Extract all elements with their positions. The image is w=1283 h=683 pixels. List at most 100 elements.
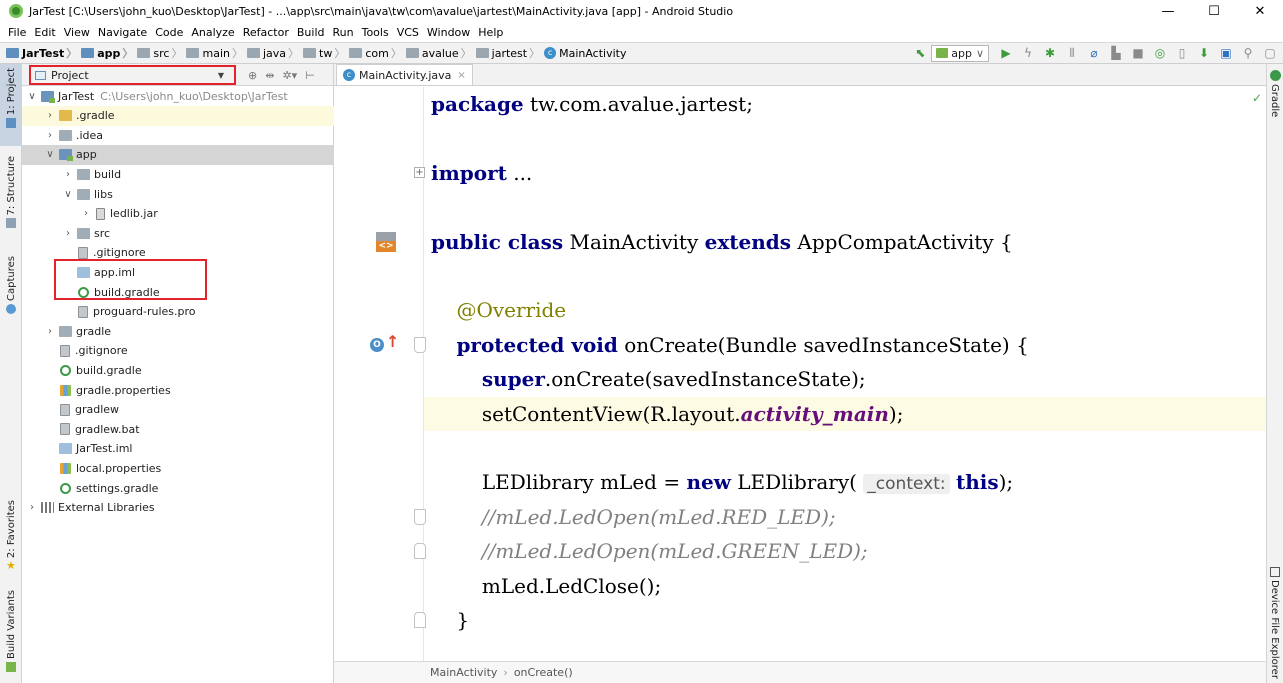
menu-file[interactable]: File bbox=[4, 26, 30, 39]
fold-end-icon[interactable] bbox=[414, 543, 426, 560]
override-arrow-icon[interactable]: ↑ bbox=[386, 332, 399, 351]
code-line[interactable]: 18 mLed.LedClose(); bbox=[334, 569, 1266, 603]
tree-item-build-gradle[interactable]: build.gradle bbox=[22, 360, 334, 380]
fold-start-icon[interactable] bbox=[414, 508, 426, 525]
tree-item-app[interactable]: ∨ app bbox=[22, 144, 334, 165]
code-line[interactable]: 16 //mLed.LedOpen(mLed.RED_LED); bbox=[334, 500, 1266, 534]
expand-arrow-right-icon[interactable]: › bbox=[44, 130, 56, 141]
tool-window-favorites-tab[interactable]: 2: Favorites ★ bbox=[0, 496, 22, 578]
close-button[interactable]: ✕ bbox=[1237, 0, 1283, 22]
tree-item-jartest-iml[interactable]: JarTest.iml bbox=[22, 439, 334, 459]
breadcrumb-item-com[interactable]: com 〉 bbox=[347, 45, 404, 61]
gear-icon[interactable]: ✲▾ bbox=[282, 69, 297, 82]
minimize-button[interactable]: — bbox=[1145, 0, 1191, 22]
breadcrumb-item-jartest[interactable]: JarTest 〉 bbox=[4, 45, 79, 61]
tree-item-local-properties[interactable]: local.properties bbox=[22, 458, 334, 478]
override-method-icon[interactable]: O bbox=[370, 337, 384, 352]
tree-item-libs[interactable]: ∨ libs bbox=[22, 184, 334, 204]
profile-icon[interactable]: ⫴ bbox=[1063, 44, 1081, 62]
code-line[interactable]: 14 bbox=[334, 431, 1266, 465]
menu-refactor[interactable]: Refactor bbox=[239, 26, 293, 39]
menu-run[interactable]: Run bbox=[329, 26, 358, 39]
debug-icon[interactable]: ✱ bbox=[1041, 44, 1059, 62]
project-structure-icon[interactable]: ▣ bbox=[1217, 44, 1235, 62]
tab-main-activity[interactable]: c MainActivity.java × bbox=[336, 64, 473, 85]
expand-arrow-down-icon[interactable]: ∨ bbox=[26, 91, 38, 102]
code-line[interactable]: 8public class MainActivity extends AppCo… bbox=[334, 225, 1266, 259]
layout-inspector-icon[interactable]: ▢ bbox=[1261, 44, 1279, 62]
expand-arrow-right-icon[interactable]: › bbox=[80, 208, 92, 219]
related-layout-icon[interactable]: <> bbox=[376, 231, 396, 252]
tree-item-gradle[interactable]: › gradle bbox=[22, 321, 334, 341]
tree-item-build[interactable]: › build bbox=[22, 164, 334, 184]
project-view-selector[interactable]: Project ▼ bbox=[29, 65, 236, 85]
tree-item-gitignore[interactable]: .gitignore bbox=[22, 243, 334, 263]
tree-item-jartest[interactable]: ∨ JarTest C:\Users\john_kuo\Desktop\JarTes… bbox=[22, 86, 334, 106]
menu-code[interactable]: Code bbox=[151, 26, 187, 39]
run-icon[interactable]: ▶ bbox=[997, 44, 1015, 62]
breadcrumb-item-app[interactable]: app 〉 bbox=[79, 45, 135, 61]
tool-window-gradle-tab[interactable]: Gradle bbox=[1269, 84, 1280, 117]
status-crumb-method[interactable]: onCreate() bbox=[514, 666, 573, 679]
code-line[interactable]: 9 bbox=[334, 259, 1266, 293]
coverage-icon[interactable]: ▙ bbox=[1107, 44, 1125, 62]
menu-analyze[interactable]: Analyze bbox=[187, 26, 238, 39]
tree-item-app-iml[interactable]: app.iml bbox=[22, 262, 334, 282]
code-line[interactable]: 1package tw.com.avalue.jartest; bbox=[334, 87, 1266, 121]
breadcrumb-item-main[interactable]: main 〉 bbox=[184, 45, 244, 61]
stop-icon[interactable]: ■ bbox=[1129, 44, 1147, 62]
code-editor[interactable]: 19 }18 mLed.LedClose();17 //mLed.LedOpen… bbox=[334, 87, 1266, 661]
tree-item-gradle-properties[interactable]: gradle.properties bbox=[22, 380, 334, 400]
tool-window-structure-tab[interactable]: 7: Structure bbox=[0, 152, 22, 244]
code-line[interactable]: 11 protected void onCreate(Bundle savedI… bbox=[334, 328, 1266, 362]
collapse-all-icon[interactable]: ⇹ bbox=[265, 69, 274, 82]
tree-item-settings-gradle[interactable]: settings.gradle bbox=[22, 478, 334, 498]
maximize-button[interactable]: ☐ bbox=[1191, 0, 1237, 22]
code-line[interactable]: 15 LEDlibrary mLed = new LEDlibrary( _co… bbox=[334, 465, 1266, 499]
expand-arrow-down-icon[interactable]: ∨ bbox=[44, 149, 56, 160]
code-line[interactable]: 17 //mLed.LedOpen(mLed.GREEN_LED); bbox=[334, 534, 1266, 568]
expand-arrow-right-icon[interactable]: › bbox=[44, 326, 56, 337]
tree-item-build-gradle[interactable]: build.gradle bbox=[22, 282, 334, 302]
tool-window-captures-tab[interactable]: Captures bbox=[0, 252, 22, 324]
tree-item-gitignore[interactable]: .gitignore bbox=[22, 341, 334, 361]
code-line[interactable]: 3import ... bbox=[334, 156, 1266, 190]
tree-item-gradlew[interactable]: gradlew bbox=[22, 400, 334, 420]
tree-item-proguard-rules-pro[interactable]: proguard-rules.pro bbox=[22, 302, 334, 322]
menu-window[interactable]: Window bbox=[423, 26, 474, 39]
code-line[interactable]: 7 bbox=[334, 190, 1266, 224]
menu-edit[interactable]: Edit bbox=[30, 26, 59, 39]
fold-start-icon[interactable] bbox=[414, 336, 426, 353]
code-line[interactable]: 12 super.onCreate(savedInstanceState); bbox=[334, 362, 1266, 396]
scroll-from-source-icon[interactable]: ⊕ bbox=[248, 69, 257, 82]
hide-panel-icon[interactable]: ⊢ bbox=[305, 69, 315, 82]
apply-changes-icon[interactable]: ϟ bbox=[1019, 44, 1037, 62]
breadcrumb-item-jartest[interactable]: jartest 〉 bbox=[474, 45, 542, 61]
code-line[interactable]: 19 } bbox=[334, 603, 1266, 637]
tree-item-gradle[interactable]: › .gradle bbox=[22, 105, 334, 126]
tree-item-external-libraries[interactable]: › External Libraries bbox=[22, 498, 334, 518]
code-line[interactable]: 2 bbox=[334, 121, 1266, 155]
avd-manager-icon[interactable]: ▯ bbox=[1173, 44, 1191, 62]
expand-arrow-right-icon[interactable]: › bbox=[44, 110, 56, 121]
code-line[interactable]: 10 @Override bbox=[334, 293, 1266, 327]
tool-window-project-tab[interactable]: 1: Project bbox=[0, 64, 22, 146]
fold-end-icon[interactable] bbox=[414, 612, 426, 628]
tree-item-idea[interactable]: › .idea bbox=[22, 125, 334, 145]
code-line[interactable]: 13 setContentView(R.layout.activity_main… bbox=[334, 396, 1266, 431]
breadcrumb-item-src[interactable]: src 〉 bbox=[135, 45, 184, 61]
menu-help[interactable]: Help bbox=[474, 26, 507, 39]
run-configuration-select[interactable]: app ∨ bbox=[931, 44, 989, 62]
breadcrumb-item-mainactivity[interactable]: c MainActivity bbox=[542, 47, 627, 60]
sync-gradle-icon[interactable]: ◎ bbox=[1151, 44, 1169, 62]
expand-arrow-right-icon[interactable]: › bbox=[26, 502, 38, 513]
attach-debugger-icon[interactable]: ⌀ bbox=[1085, 44, 1103, 62]
breadcrumb-item-java[interactable]: java 〉 bbox=[245, 45, 301, 61]
tree-item-ledlib-jar[interactable]: › ledlib.jar bbox=[22, 204, 334, 224]
tree-item-gradlew-bat[interactable]: gradlew.bat bbox=[22, 419, 334, 439]
make-project-icon[interactable]: ⬉ bbox=[911, 44, 929, 62]
fold-expand-icon[interactable]: + bbox=[414, 166, 425, 178]
breadcrumb-item-tw[interactable]: tw 〉 bbox=[301, 45, 347, 61]
menu-view[interactable]: View bbox=[60, 26, 94, 39]
tool-window-build-variants-tab[interactable]: Build Variants bbox=[0, 586, 22, 681]
